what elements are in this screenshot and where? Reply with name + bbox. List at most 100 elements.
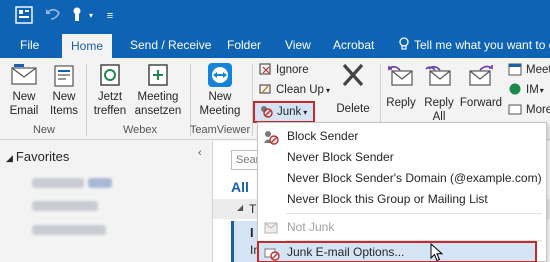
menu-item-not-junk: Not Junk	[258, 217, 546, 238]
menu-item-label: Never Block Sender's Domain (@example.co…	[287, 171, 542, 185]
title-bar: ▾ ≡	[0, 0, 550, 32]
junk-options-icon	[264, 245, 280, 261]
meeting-ansetzen-button[interactable]: Meeting ansetzen	[132, 62, 184, 118]
reply-all-icon	[424, 62, 454, 88]
reply-all-button[interactable]: Reply All	[420, 62, 458, 124]
group-separator	[86, 64, 87, 136]
block-sender-icon	[263, 129, 279, 145]
im-small-label: IM	[526, 84, 539, 96]
folder-pane: ◢ Favorites ‹	[0, 141, 210, 262]
favorite-folder-item[interactable]	[32, 201, 98, 211]
junk-button[interactable]: Junk ▾	[253, 101, 315, 123]
menu-item-block-sender[interactable]: Block Sender	[258, 126, 546, 147]
menu-item-label: Not Junk	[287, 220, 335, 234]
tell-me-text: Tell me what you want to do	[414, 38, 550, 52]
forward-button[interactable]: Forward	[458, 62, 504, 110]
lightbulb-icon	[399, 37, 409, 50]
group-header-label: T	[249, 202, 257, 216]
im-icon	[508, 82, 522, 96]
forward-label: Forward	[459, 97, 503, 109]
undo-icon[interactable]	[44, 6, 62, 26]
tell-me-box[interactable]: Tell me what you want to do	[398, 32, 550, 58]
expand-triangle-icon: ◢	[237, 203, 244, 212]
more-button[interactable]: More	[508, 102, 550, 118]
menu-item-label: Junk E-mail Options...	[287, 245, 405, 259]
clean-up-button[interactable]: Clean Up ▾	[258, 82, 330, 99]
send-receive-icon[interactable]	[68, 6, 86, 26]
ignore-label: Ignore	[276, 64, 309, 76]
ribbon-tab-row: File Home Send / Receive Folder View Acr…	[0, 32, 550, 58]
favorite-folder-item[interactable]	[32, 178, 84, 188]
clean-up-label: Clean Up	[276, 84, 324, 96]
delete-icon	[338, 62, 368, 88]
reply-all-label: Reply All	[424, 97, 454, 123]
calendar-icon	[508, 62, 522, 76]
chevron-down-icon: ▾	[539, 86, 544, 95]
group-label-webex: Webex	[122, 124, 158, 136]
tab-file[interactable]: File	[20, 32, 39, 58]
ignore-button[interactable]: Ignore	[258, 62, 309, 78]
chevron-down-icon: ▾	[325, 86, 330, 95]
meeting-small-label: Meet	[526, 64, 550, 76]
webex-schedule-icon	[143, 62, 173, 88]
menu-item-junk-email-options[interactable]: Junk E-mail Options...	[257, 241, 537, 262]
reply-label: Reply	[386, 97, 416, 109]
teamviewer-icon	[205, 62, 235, 88]
new-meeting-label: New Meeting	[199, 91, 241, 117]
meeting-ansetzen-label: Meeting ansetzen	[134, 91, 182, 117]
customize-icon[interactable]: ≡	[104, 6, 116, 26]
junk-icon	[259, 104, 273, 118]
reply-icon	[386, 62, 416, 88]
menu-item-label: Never Block Sender	[287, 150, 394, 164]
ignore-icon	[258, 62, 272, 76]
delete-button[interactable]: Delete	[332, 62, 374, 116]
mouse-cursor-icon	[430, 242, 444, 262]
group-separator	[252, 64, 253, 136]
tab-acrobat[interactable]: Acrobat	[333, 32, 374, 58]
tab-send-receive[interactable]: Send / Receive	[130, 32, 211, 58]
favorite-folder-item[interactable]	[32, 225, 106, 235]
favorites-label: Favorites	[15, 149, 70, 164]
customize-quick-access-icon[interactable]: ▾	[86, 6, 96, 26]
unread-count-badge	[88, 178, 112, 188]
menu-item-label: Block Sender	[287, 129, 359, 143]
clean-up-icon	[258, 82, 272, 96]
junk-label: Junk	[277, 106, 302, 118]
reply-button[interactable]: Reply	[382, 62, 420, 110]
tab-folder[interactable]: Folder	[227, 32, 261, 58]
collapse-triangle-icon: ◢	[6, 153, 13, 163]
menu-item-label: Never Block this Group or Mailing List	[287, 192, 488, 206]
menu-item-never-block-sender[interactable]: Never Block Sender	[258, 147, 546, 168]
jetzt-treffen-label: Jetzt treffen	[93, 91, 127, 117]
new-email-label: New Email	[9, 91, 39, 117]
new-email-button[interactable]: New Email	[4, 62, 44, 118]
junk-dropdown-menu: Block Sender Never Block Sender Never Bl…	[257, 122, 547, 262]
new-items-button[interactable]: New Items	[44, 62, 84, 118]
list-item-sender: I	[250, 225, 254, 240]
outlook-app-icon[interactable]	[14, 6, 34, 26]
menu-separator	[286, 213, 542, 214]
all-filter[interactable]: All	[231, 179, 249, 195]
favorites-header[interactable]: ◢ Favorites	[6, 149, 69, 164]
webex-meet-icon	[95, 62, 125, 88]
new-items-icon	[49, 62, 79, 88]
menu-item-never-block-domain[interactable]: Never Block Sender's Domain (@example.co…	[258, 168, 546, 189]
menu-item-never-block-group[interactable]: Never Block this Group or Mailing List	[258, 189, 546, 210]
meeting-button[interactable]: Meet	[508, 62, 550, 78]
delete-label: Delete	[336, 103, 370, 115]
new-email-icon	[9, 62, 39, 88]
group-label-new: New	[32, 124, 55, 136]
jetzt-treffen-button[interactable]: Jetzt treffen	[88, 62, 132, 118]
tab-view[interactable]: View	[285, 32, 311, 58]
not-junk-icon	[263, 220, 279, 236]
im-button[interactable]: IM▾	[508, 82, 544, 99]
new-meeting-button[interactable]: New Meeting	[194, 62, 246, 118]
forward-icon	[466, 62, 496, 88]
group-label-teamviewer: TeamViewer	[189, 124, 251, 136]
new-items-label: New Items	[49, 91, 79, 117]
collapse-pane-icon[interactable]: ‹	[198, 147, 202, 159]
tab-home[interactable]: Home	[62, 34, 113, 58]
more-icon	[508, 102, 522, 116]
more-small-label: More	[526, 104, 550, 116]
chevron-down-icon: ▾	[303, 108, 308, 117]
